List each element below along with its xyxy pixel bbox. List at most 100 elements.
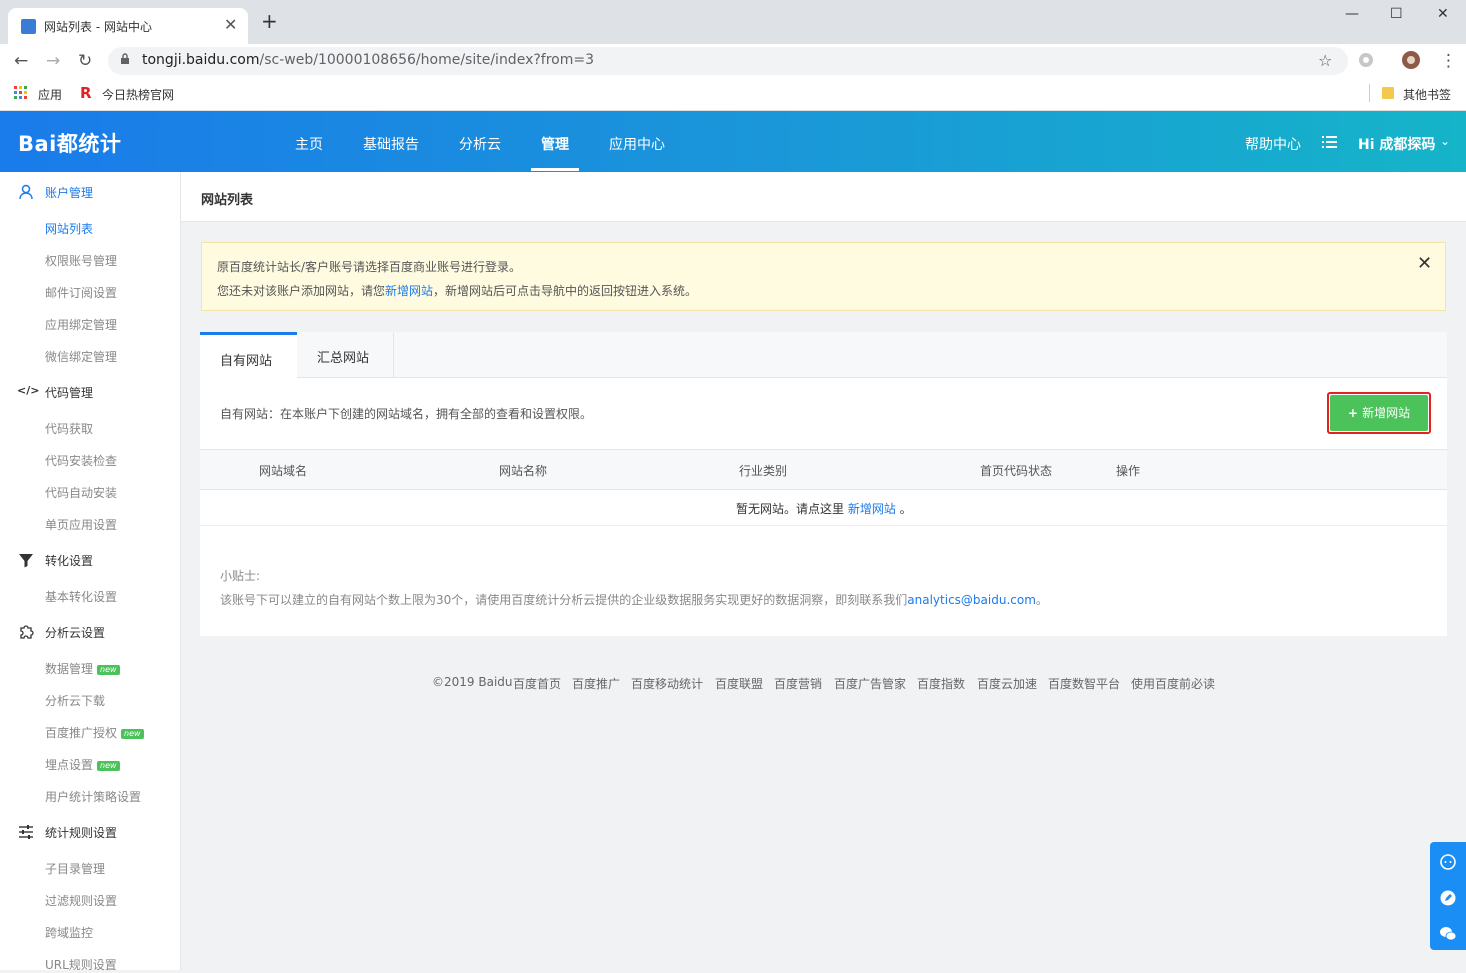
sidebar-item-auto-install[interactable]: 代码自动安装	[45, 484, 117, 501]
lock-icon	[121, 53, 129, 64]
nav-manage[interactable]: 管理	[541, 134, 569, 154]
table-header	[200, 449, 1447, 490]
extension-globe-icon[interactable]	[1358, 52, 1374, 68]
add-site-button[interactable]: + 新增网站	[1330, 395, 1428, 431]
tip-title: 小贴士:	[220, 569, 261, 583]
sidebar-item-code-check[interactable]: 代码安装检查	[45, 452, 117, 469]
new-badge: new	[121, 728, 144, 739]
page-header	[181, 172, 1466, 222]
feedback-icon[interactable]	[1439, 889, 1457, 907]
bookmarks-bar	[0, 79, 1466, 111]
footer-link[interactable]: 使用百度前必读	[1131, 675, 1215, 692]
footer-link[interactable]: 百度云加速	[977, 675, 1037, 692]
empty-message: 暂无网站。请点这里 新增网站 。	[736, 502, 912, 516]
new-tab-icon[interactable]: +	[261, 11, 278, 31]
close-window-icon[interactable]: ✕	[1437, 6, 1449, 22]
list-menu-icon[interactable]	[1322, 135, 1337, 149]
sidebar-group-account[interactable]: 账户管理	[45, 184, 93, 201]
contact-email-link[interactable]: analytics@baidu.com	[907, 593, 1036, 607]
chevron-down-icon[interactable]: ⌄	[1440, 134, 1450, 148]
bookmark-star-icon[interactable]: ☆	[1318, 51, 1332, 70]
footer-link[interactable]: 百度数智平台	[1048, 675, 1120, 692]
filter-icon	[19, 554, 33, 568]
user-menu[interactable]: Hi 成都探码	[1358, 134, 1435, 154]
footer-link[interactable]: 百度移动统计	[631, 675, 703, 692]
baidu-tongji-logo[interactable]: Bai都统计	[18, 128, 121, 158]
tab-own-sites[interactable]: 自有网站	[200, 332, 297, 379]
footer-link[interactable]: 百度广告管家	[834, 675, 906, 692]
sidebar-item-subdirectory[interactable]: 子目录管理	[45, 860, 105, 877]
bookmark-divider	[1369, 84, 1370, 102]
nav-active-underline	[531, 168, 579, 171]
sidebar-item-site-list[interactable]: 网站列表	[45, 220, 93, 237]
notice-alert	[201, 242, 1446, 311]
sidebar-item-permissions[interactable]: 权限账号管理	[45, 252, 117, 269]
back-icon[interactable]: ←	[14, 51, 28, 71]
sidebar-item-basic-conversion[interactable]: 基本转化设置	[45, 588, 117, 605]
sidebar-group-rules[interactable]: 统计规则设置	[45, 824, 117, 841]
sidebar-group-code[interactable]: 代码管理	[45, 384, 93, 401]
footer-link[interactable]: 百度指数	[917, 675, 965, 692]
nav-app-center[interactable]: 应用中心	[609, 134, 665, 154]
sidebar-item-wechat-binding[interactable]: 微信绑定管理	[45, 348, 117, 365]
sidebar-group-analytics-cloud[interactable]: 分析云设置	[45, 624, 105, 641]
customer-service-icon[interactable]	[1439, 853, 1457, 871]
tab-summary-sites[interactable]: 汇总网站	[297, 333, 394, 378]
browser-tab[interactable]: 网站列表 - 网站中心 ✕	[8, 8, 248, 44]
footer-link[interactable]: 百度推广	[572, 675, 620, 692]
new-badge: new	[97, 664, 120, 675]
minimize-icon[interactable]: —	[1345, 6, 1359, 22]
sidebar-item-tracking-points[interactable]: 埋点设置 new	[45, 756, 120, 773]
sidebar-item-promotion-auth[interactable]: 百度推广授权 new	[45, 724, 144, 741]
reload-icon[interactable]: ↻	[78, 51, 92, 71]
sidebar-item-user-strategy[interactable]: 用户统计策略设置	[45, 788, 141, 805]
tip-text: 该账号下可以建立的自有网站个数上限为30个，请使用百度统计分析云提供的企业级数据…	[220, 593, 1048, 607]
wechat-icon[interactable]	[1439, 925, 1457, 943]
own-sites-description: 自有网站：在本账户下创建的网站域名，拥有全部的查看和设置权限。	[220, 407, 593, 421]
new-badge: new	[97, 760, 120, 771]
sidebar-item-cloud-download[interactable]: 分析云下载	[45, 692, 105, 709]
folder-icon	[1382, 87, 1394, 99]
maximize-icon[interactable]: ☐	[1390, 6, 1403, 22]
sidebar-item-get-code[interactable]: 代码获取	[45, 420, 93, 437]
code-icon: </>	[17, 384, 40, 397]
sidebar-item-email-subscription[interactable]: 邮件订阅设置	[45, 284, 117, 301]
apps-grid-icon[interactable]	[14, 86, 28, 100]
sidebar-item-cross-domain[interactable]: 跨域监控	[45, 924, 93, 941]
page-title: 网站列表	[201, 193, 254, 208]
profile-avatar-icon[interactable]	[1402, 51, 1420, 69]
col-site-name: 网站名称	[499, 464, 548, 478]
help-center-link[interactable]: 帮助中心	[1245, 134, 1301, 154]
nav-analytics-cloud[interactable]: 分析云	[459, 134, 501, 154]
sidebar-item-app-binding[interactable]: 应用绑定管理	[45, 316, 117, 333]
footer-link[interactable]: 百度首页	[513, 675, 561, 692]
user-icon	[19, 184, 33, 200]
browser-menu-icon[interactable]: ⋮	[1440, 51, 1457, 71]
forward-icon[interactable]: →	[46, 51, 60, 71]
nav-home[interactable]: 主页	[295, 134, 323, 154]
alert-add-site-link[interactable]: 新增网站	[385, 284, 433, 298]
col-industry: 行业类别	[739, 464, 788, 478]
sidebar-item-filter-rules[interactable]: 过滤规则设置	[45, 892, 117, 909]
puzzle-icon	[20, 625, 34, 639]
footer-link[interactable]: 百度营销	[774, 675, 822, 692]
bookmark-today-hot[interactable]: 今日热榜官网	[102, 86, 174, 103]
sidebar-item-data-management[interactable]: 数据管理 new	[45, 660, 120, 677]
sidebar-item-url-rules[interactable]: URL规则设置	[45, 956, 117, 973]
url-text: tongji.baidu.com/sc-web/10000108656/home…	[142, 52, 594, 68]
bookmark-apps[interactable]: 应用	[38, 86, 62, 103]
r-logo-icon: R	[80, 84, 92, 102]
other-bookmarks[interactable]: 其他书签	[1403, 86, 1451, 103]
close-icon[interactable]: ✕	[1417, 253, 1432, 274]
alert-line-2: 您还未对该账户添加网站，请您新增网站，新增网站后可点击导航中的返回按钮进入系统。	[217, 284, 698, 298]
chart-favicon-icon	[21, 19, 36, 34]
sliders-icon	[19, 825, 33, 839]
plus-icon: +	[1347, 406, 1363, 420]
close-tab-icon[interactable]: ✕	[224, 15, 237, 34]
alert-line-1: 原百度统计站长/客户账号请选择百度商业账号进行登录。	[217, 260, 522, 274]
nav-basic-reports[interactable]: 基础报告	[363, 134, 419, 154]
footer-link[interactable]: 百度联盟	[715, 675, 763, 692]
sidebar-group-conversion[interactable]: 转化设置	[45, 552, 93, 569]
sidebar-item-spa-settings[interactable]: 单页应用设置	[45, 516, 117, 533]
empty-add-site-link[interactable]: 新增网站	[848, 502, 896, 516]
